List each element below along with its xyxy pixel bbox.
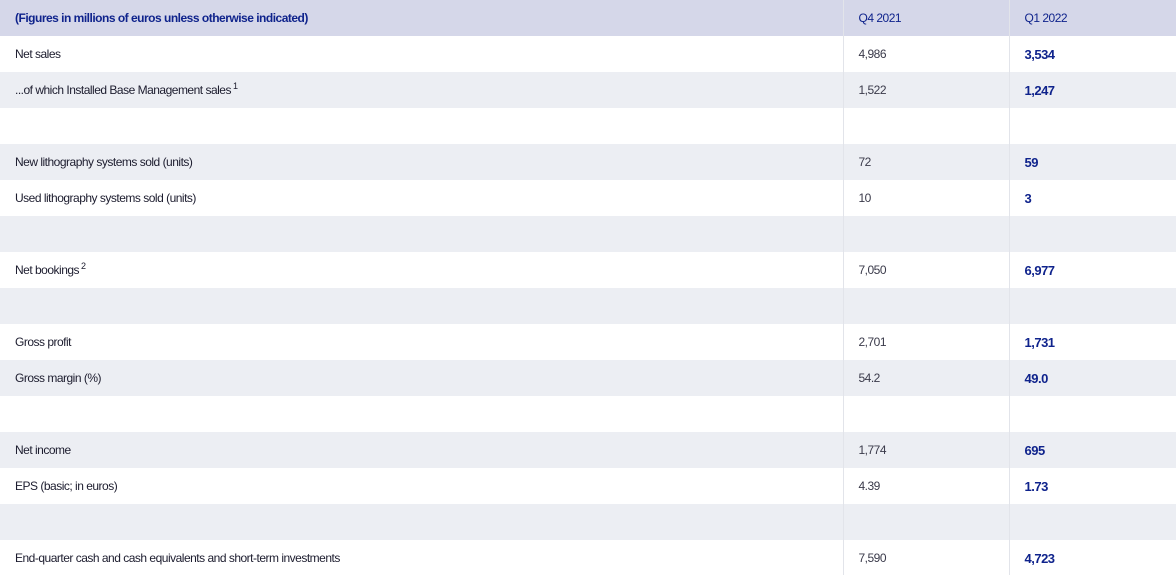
table-header-row: (Figures in millions of euros unless oth… (0, 0, 1176, 36)
table-row: Gross profit 2,701 1,731 (0, 324, 1176, 360)
cell-q4 (842, 216, 1009, 252)
row-label: EPS (basic; in euros) (0, 468, 843, 504)
header-label: (Figures in millions of euros unless oth… (0, 0, 843, 36)
cell-q1: 49.0 (1008, 360, 1176, 396)
table-row: Net sales 4,986 3,534 (0, 36, 1176, 72)
footnote-marker: 2 (81, 261, 86, 271)
cell-q4: 72 (842, 144, 1009, 180)
cell-q1 (1008, 288, 1176, 324)
table-row (0, 288, 1176, 324)
row-label-text: Used lithography systems sold (units) (15, 191, 196, 205)
row-label (0, 108, 843, 144)
row-label-text: Gross margin (%) (15, 371, 102, 385)
cell-q1 (1008, 108, 1176, 144)
row-label (0, 396, 843, 432)
cell-q4: 2,701 (842, 324, 1009, 360)
row-label-text: ...of which Installed Base Management sa… (15, 83, 231, 97)
row-label: Net bookings 2 (0, 252, 843, 288)
table-row: Net bookings 2 7,050 6,977 (0, 252, 1176, 288)
row-label: ...of which Installed Base Management sa… (0, 72, 843, 108)
row-label (0, 504, 843, 540)
cell-q4: 4.39 (842, 468, 1009, 504)
row-label (0, 216, 843, 252)
cell-q1: 1,247 (1008, 72, 1176, 108)
table-row: Gross margin (%) 54.2 49.0 (0, 360, 1176, 396)
cell-q1: 6,977 (1008, 252, 1176, 288)
cell-q1 (1008, 216, 1176, 252)
row-label-text: New lithography systems sold (units) (15, 155, 193, 169)
row-label: Gross profit (0, 324, 843, 360)
table-row: End-quarter cash and cash equivalents an… (0, 540, 1176, 575)
financial-summary-table: (Figures in millions of euros unless oth… (0, 0, 1176, 575)
table-row: New lithography systems sold (units) 72 … (0, 144, 1176, 180)
cell-q1: 1.73 (1008, 468, 1176, 504)
row-label-text: Net income (15, 443, 71, 457)
footnote-marker: 1 (232, 81, 238, 91)
cell-q1: 3,534 (1008, 36, 1176, 72)
cell-q4: 7,050 (842, 252, 1009, 288)
row-label: Net income (0, 432, 843, 468)
cell-q1: 4,723 (1008, 540, 1176, 575)
cell-q4: 1,522 (842, 72, 1009, 108)
row-label-text: Gross profit (15, 335, 72, 349)
cell-q1: 59 (1008, 144, 1176, 180)
table-row: ...of which Installed Base Management sa… (0, 72, 1176, 108)
table-body: Net sales 4,986 3,534 ...of which Instal… (0, 36, 1176, 575)
cell-q1: 695 (1008, 432, 1176, 468)
table-row: Used lithography systems sold (units) 10… (0, 180, 1176, 216)
header-q4-2021: Q4 2021 (842, 0, 1009, 36)
row-label: Used lithography systems sold (units) (0, 180, 843, 216)
row-label-text: Net sales (15, 47, 61, 61)
cell-q1 (1008, 504, 1176, 540)
row-label: Net sales (0, 36, 843, 72)
cell-q4: 54.2 (842, 360, 1009, 396)
table-row (0, 108, 1176, 144)
cell-q1 (1008, 396, 1176, 432)
header-q1-2022: Q1 2022 (1008, 0, 1176, 36)
cell-q4 (842, 504, 1009, 540)
table-row: EPS (basic; in euros) 4.39 1.73 (0, 468, 1176, 504)
row-label-text: End-quarter cash and cash equivalents an… (15, 551, 340, 565)
cell-q1: 1,731 (1008, 324, 1176, 360)
row-label (0, 288, 843, 324)
cell-q4 (842, 288, 1009, 324)
cell-q4: 10 (842, 180, 1009, 216)
row-label-text: EPS (basic; in euros) (15, 479, 118, 493)
cell-q4: 7,590 (842, 540, 1009, 575)
cell-q1: 3 (1008, 180, 1176, 216)
cell-q4: 1,774 (842, 432, 1009, 468)
cell-q4: 4,986 (842, 36, 1009, 72)
row-label: New lithography systems sold (units) (0, 144, 843, 180)
table-row (0, 504, 1176, 540)
row-label: Gross margin (%) (0, 360, 843, 396)
cell-q4 (842, 108, 1009, 144)
table-row (0, 216, 1176, 252)
table-row (0, 396, 1176, 432)
table-row: Net income 1,774 695 (0, 432, 1176, 468)
row-label: End-quarter cash and cash equivalents an… (0, 540, 843, 575)
cell-q4 (842, 396, 1009, 432)
row-label-text: Net bookings (15, 263, 80, 277)
